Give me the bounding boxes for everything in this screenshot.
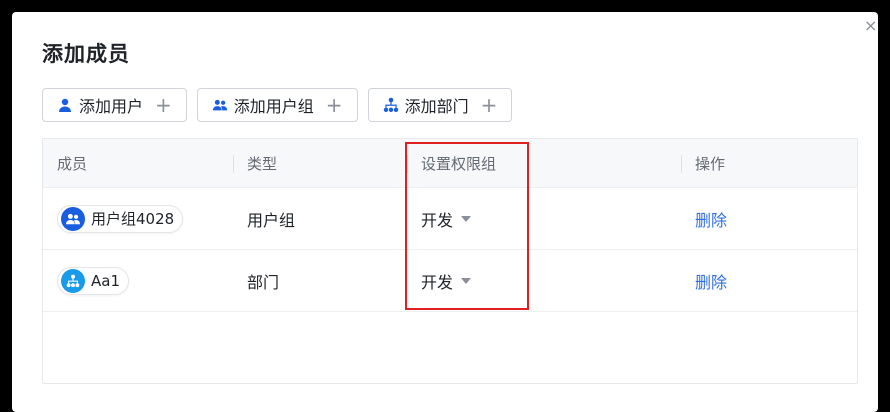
column-header-member: 成员 — [57, 154, 88, 173]
member-cell: 用户组4028 — [43, 204, 233, 233]
plus-icon: + — [480, 93, 498, 117]
plus-icon: + — [155, 93, 172, 117]
delete-link[interactable]: 删除 — [695, 273, 727, 292]
add-user-label: 添加用户 — [79, 97, 144, 116]
permission-value: 开发 — [421, 272, 454, 292]
column-header-permission: 设置权限组 — [407, 153, 681, 174]
close-icon[interactable]: × — [864, 18, 878, 34]
type-cell: 部门 — [247, 272, 280, 292]
permission-value: 开发 — [421, 210, 454, 230]
plus-icon: + — [325, 93, 343, 117]
permission-select[interactable]: 开发 — [421, 207, 472, 231]
department-icon — [61, 268, 85, 293]
member-name: 用户组4028 — [91, 210, 175, 228]
department-icon — [383, 97, 399, 113]
action-cell: 删除 — [681, 269, 857, 293]
add-user-group-button[interactable]: 添加用户组 + — [196, 88, 358, 122]
table-row: 用户组4028 用户组 开发 删除 — [43, 188, 857, 250]
permission-cell: 开发 — [407, 269, 681, 293]
member-tag: 用户组4028 — [57, 204, 184, 233]
type-cell: 用户组 — [247, 210, 296, 230]
column-header-type: 类型 — [233, 153, 407, 174]
caret-down-icon — [461, 277, 472, 284]
user-icon — [57, 97, 73, 113]
add-user-button[interactable]: 添加用户 + — [42, 88, 187, 122]
delete-link[interactable]: 删除 — [695, 211, 727, 230]
member-cell: Aa1 — [43, 266, 233, 295]
table-header: 成员 类型 设置权限组 操作 — [43, 139, 857, 188]
add-member-dialog: × 添加成员 添加用户 + 添加用户组 + 添加部门 + 成员 类型 设置权限组… — [12, 12, 878, 412]
member-table: 成员 类型 设置权限组 操作 用户组4028 用户组 开发 删除 Aa1 部门 … — [42, 138, 858, 384]
table-row: Aa1 部门 开发 删除 — [43, 250, 857, 312]
user-group-icon — [212, 97, 228, 113]
add-department-button[interactable]: 添加部门 + — [367, 88, 513, 122]
add-department-label: 添加部门 — [404, 97, 469, 116]
dialog-title: 添加成员 — [42, 42, 130, 66]
permission-cell: 开发 — [407, 207, 681, 231]
caret-down-icon — [461, 215, 472, 222]
add-user-group-label: 添加用户组 — [233, 97, 314, 116]
column-header-action: 操作 — [681, 153, 857, 174]
action-bar: 添加用户 + 添加用户组 + 添加部门 + — [42, 88, 522, 122]
user-group-icon — [61, 206, 85, 231]
member-tag: Aa1 — [57, 266, 129, 295]
action-cell: 删除 — [681, 207, 857, 231]
member-name: Aa1 — [91, 271, 120, 290]
permission-select[interactable]: 开发 — [421, 269, 472, 293]
